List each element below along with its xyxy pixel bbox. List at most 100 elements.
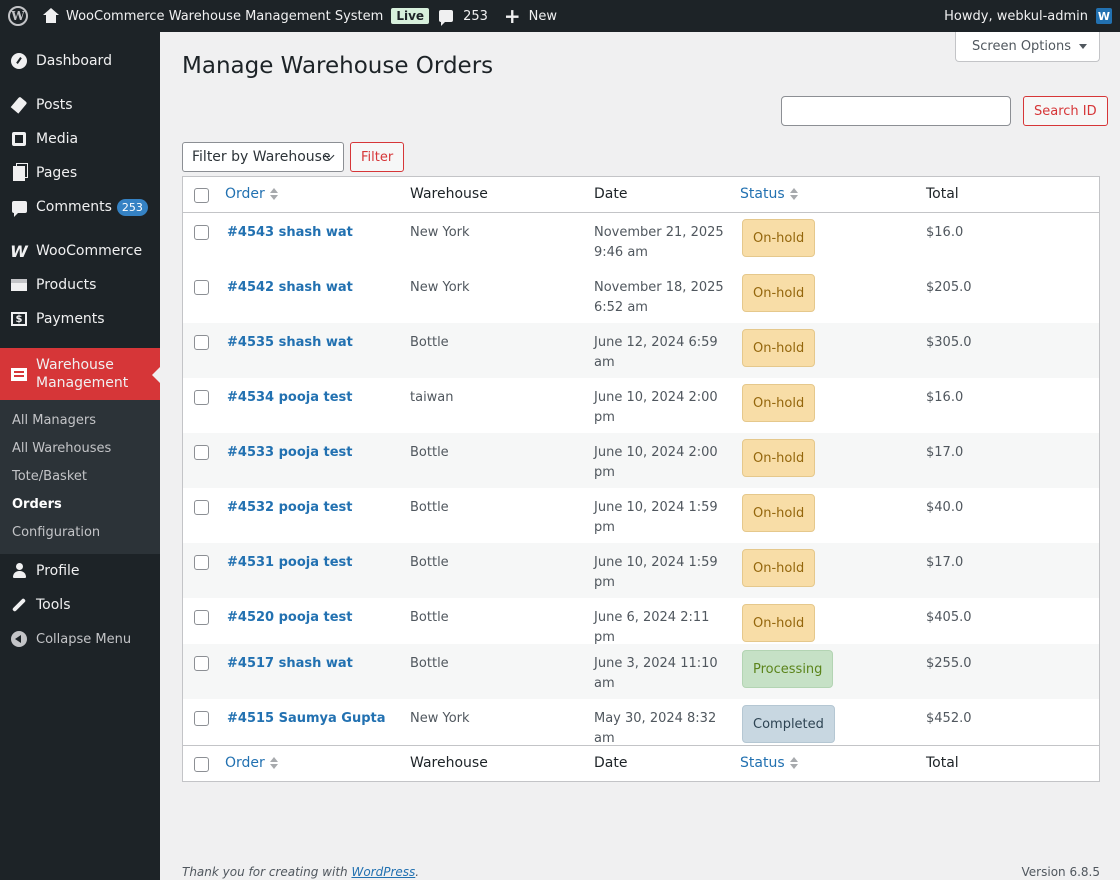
order-link[interactable]: #4535 shash wat [227, 333, 353, 353]
table-row: #4543 shash wat New York November 21, 20… [183, 213, 1099, 268]
submenu-orders[interactable]: Orders [0, 490, 160, 518]
order-link[interactable]: #4543 shash wat [227, 223, 353, 243]
status-cell: On-hold [740, 549, 816, 587]
column-header-status[interactable]: Status [740, 186, 798, 202]
date-cell: June 12, 2024 6:59 am [594, 335, 718, 370]
row-checkbox[interactable] [194, 711, 209, 726]
comment-icon [10, 198, 28, 217]
warehouse-cell: Bottle [410, 335, 449, 350]
products-archive-icon [10, 276, 28, 294]
sidebar-item-posts[interactable]: Posts [0, 88, 160, 122]
payments-dollar-icon: $ [10, 310, 28, 328]
select-all-checkbox[interactable] [194, 188, 209, 203]
filter-button[interactable]: Filter [350, 142, 405, 172]
status-cell: On-hold [740, 494, 816, 532]
sidebar-item-profile[interactable]: Profile [0, 554, 160, 588]
row-checkbox[interactable] [194, 390, 209, 405]
order-link[interactable]: #4531 pooja test [227, 553, 353, 573]
status-badge: On-hold [742, 494, 816, 532]
total-cell: $452.0 [926, 711, 972, 726]
order-link[interactable]: #4533 pooja test [227, 443, 353, 463]
footer-thanks-prefix: Thank you for creating with [182, 865, 352, 879]
row-checkbox[interactable] [194, 656, 209, 671]
status-cell: On-hold [740, 439, 816, 477]
sidebar-item-comments[interactable]: Comments 253 [0, 190, 160, 224]
submenu-tote-basket[interactable]: Tote/Basket [0, 462, 160, 490]
column-header-label: Status [740, 186, 785, 202]
order-link[interactable]: #4520 pooja test [227, 608, 353, 628]
woocommerce-icon: W [10, 241, 28, 261]
table-row: #4520 pooja test Bottle June 6, 2024 2:1… [183, 598, 1099, 645]
warehouse-cell: Bottle [410, 656, 449, 671]
sidebar-item-products[interactable]: Products [0, 268, 160, 302]
admin-bar-new-content[interactable]: + New [504, 0, 557, 32]
admin-bar-comments[interactable]: 253 [439, 0, 488, 32]
status-badge: On-hold [742, 274, 816, 312]
triangle-down-icon [1079, 44, 1087, 49]
row-checkbox[interactable] [194, 225, 209, 240]
column-footer-order[interactable]: Order [225, 755, 278, 771]
collapse-menu-button[interactable]: Collapse Menu [0, 622, 160, 656]
my-account-menu[interactable]: Howdy, webkul-admin [944, 0, 1088, 32]
order-link[interactable]: #4515 Saumya Gupta [227, 709, 386, 729]
search-id-button[interactable]: Search ID [1023, 96, 1108, 126]
column-footer-date: Date [594, 755, 628, 771]
total-cell: $40.0 [926, 500, 964, 515]
order-link[interactable]: #4532 pooja test [227, 498, 353, 518]
footer-version: Version 6.8.5 [1021, 865, 1100, 879]
sidebar-item-woocommerce[interactable]: W WooCommerce [0, 234, 160, 268]
admin-bar: W WooCommerce Warehouse Management Syste… [0, 0, 1120, 32]
sidebar-item-media[interactable]: Media [0, 122, 160, 156]
filter-by-warehouse-select[interactable]: Filter by Warehouse [182, 142, 344, 172]
live-badge: Live [391, 8, 430, 24]
sidebar-item-tools[interactable]: Tools [0, 588, 160, 622]
column-header-date: Date [594, 186, 628, 202]
user-icon [10, 562, 28, 580]
row-checkbox[interactable] [194, 555, 209, 570]
table-row: #4535 shash wat Bottle June 12, 2024 6:5… [183, 323, 1099, 378]
status-badge: On-hold [742, 549, 816, 587]
row-checkbox[interactable] [194, 500, 209, 515]
site-name-label: WooCommerce Warehouse Management System [66, 8, 384, 24]
column-footer-status[interactable]: Status [740, 755, 798, 771]
sidebar-item-pages[interactable]: Pages [0, 156, 160, 190]
total-cell: $16.0 [926, 390, 964, 405]
screen-options-button[interactable]: Screen Options [955, 32, 1100, 62]
wordpress-logo-menu[interactable]: W [2, 0, 34, 32]
row-checkbox[interactable] [194, 280, 209, 295]
sidebar-item-label: Tools [36, 597, 71, 613]
admin-sidebar: Dashboard Posts Media Pages Comments 253… [0, 32, 160, 880]
table-footer-row: Order Warehouse Date Status Total [183, 745, 1099, 781]
sidebar-item-dashboard[interactable]: Dashboard [0, 44, 160, 78]
row-checkbox[interactable] [194, 610, 209, 625]
order-link[interactable]: #4534 pooja test [227, 388, 353, 408]
row-checkbox[interactable] [194, 445, 209, 460]
submenu-all-warehouses[interactable]: All Warehouses [0, 434, 160, 462]
submenu-configuration[interactable]: Configuration [0, 518, 160, 546]
warehouse-cell: Bottle [410, 610, 449, 625]
status-cell: On-hold [740, 604, 816, 642]
table-header-row: Order Warehouse Date Status Total [183, 177, 1099, 213]
admin-bar-new-label: New [528, 8, 558, 24]
screen-options-label: Screen Options [972, 39, 1071, 54]
order-link[interactable]: #4517 shash wat [227, 654, 353, 674]
search-id-input[interactable] [781, 96, 1011, 126]
order-link[interactable]: #4542 shash wat [227, 278, 353, 298]
status-badge: On-hold [742, 329, 816, 367]
warehouse-cell: taiwan [410, 390, 454, 405]
table-row: #4515 Saumya Gupta New York May 30, 2024… [183, 699, 1099, 746]
sidebar-item-warehouse-management[interactable]: Warehouse Management [0, 348, 160, 400]
warehouse-cell: Bottle [410, 555, 449, 570]
table-row: #4517 shash wat Bottle June 3, 2024 11:1… [183, 644, 1099, 699]
select-all-checkbox-footer[interactable] [194, 757, 209, 772]
sidebar-item-payments[interactable]: $ Payments [0, 302, 160, 336]
page-title: Manage Warehouse Orders [182, 53, 494, 79]
avatar[interactable]: W [1096, 8, 1112, 24]
dashboard-gauge-icon [10, 52, 28, 70]
site-name-link[interactable]: WooCommerce Warehouse Management System … [42, 0, 430, 32]
row-checkbox[interactable] [194, 335, 209, 350]
wordpress-link[interactable]: WordPress [351, 865, 415, 879]
status-badge: On-hold [742, 219, 816, 257]
column-header-order[interactable]: Order [225, 186, 278, 202]
submenu-all-managers[interactable]: All Managers [0, 406, 160, 434]
